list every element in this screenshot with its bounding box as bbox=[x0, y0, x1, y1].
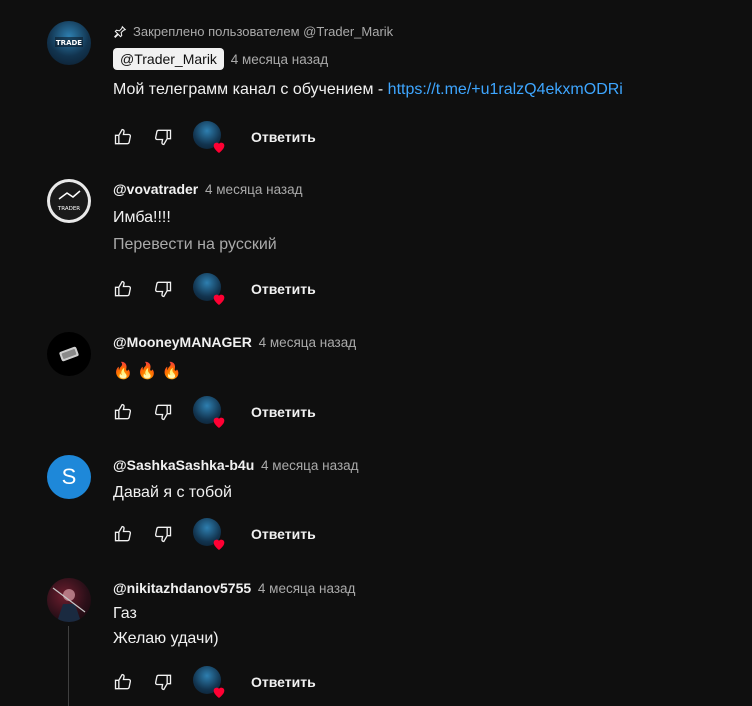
author-name-owner-chip[interactable]: @Trader_Marik bbox=[113, 48, 224, 70]
thumb-down-icon bbox=[154, 281, 172, 298]
trader-logo-icon: TRADE bbox=[55, 37, 83, 47]
creator-heart-badge bbox=[193, 121, 225, 153]
heart-icon bbox=[213, 687, 225, 698]
heart-icon bbox=[213, 417, 225, 428]
like-button[interactable] bbox=[113, 402, 133, 422]
telegram-link[interactable]: https://t.me/+u1ralzQ4ekxmODRi bbox=[388, 81, 623, 98]
svg-text:TRADER: TRADER bbox=[57, 206, 80, 212]
avatar[interactable] bbox=[47, 332, 91, 376]
comment-text: 🔥 🔥 🔥 bbox=[113, 363, 182, 380]
comment-text: Имба!!!! bbox=[113, 209, 171, 226]
thumb-up-icon bbox=[114, 673, 132, 690]
creator-heart-badge bbox=[193, 666, 225, 698]
reply-button[interactable]: Ответить bbox=[251, 281, 316, 297]
pin-icon bbox=[114, 25, 127, 38]
svg-text:TRADE: TRADE bbox=[56, 39, 82, 47]
comment-text: Давай я с тобой bbox=[113, 484, 232, 501]
dislike-button[interactable] bbox=[153, 524, 173, 544]
dislike-button[interactable] bbox=[153, 279, 173, 299]
thumb-up-icon bbox=[114, 525, 132, 542]
comment-time[interactable]: 4 месяца назад bbox=[261, 458, 359, 473]
comment-time[interactable]: 4 месяца назад bbox=[231, 52, 329, 67]
like-button[interactable] bbox=[113, 524, 133, 544]
thumb-down-icon bbox=[154, 526, 172, 543]
author-name[interactable]: @vovatrader bbox=[113, 181, 198, 197]
creator-heart-badge bbox=[193, 396, 225, 428]
like-button[interactable] bbox=[113, 279, 133, 299]
thread-line bbox=[68, 626, 69, 706]
avatar[interactable]: TRADE bbox=[47, 21, 91, 65]
like-button[interactable] bbox=[113, 672, 133, 692]
reply-button[interactable]: Ответить bbox=[251, 129, 316, 145]
translate-link[interactable]: Перевести на русский bbox=[113, 236, 732, 254]
reply-button[interactable]: Ответить bbox=[251, 526, 316, 542]
comment-time[interactable]: 4 месяца назад bbox=[259, 335, 357, 350]
money-stack-icon bbox=[59, 346, 79, 362]
thumb-up-icon bbox=[114, 403, 132, 420]
heart-icon bbox=[213, 142, 225, 153]
thumb-up-icon bbox=[114, 128, 132, 145]
reply-button[interactable]: Ответить bbox=[251, 674, 316, 690]
author-name[interactable]: @MooneyMANAGER bbox=[113, 334, 252, 350]
thumb-down-icon bbox=[154, 129, 172, 146]
avatar[interactable]: TRADER bbox=[47, 179, 91, 223]
heart-icon bbox=[213, 294, 225, 305]
vova-trader-logo-icon: TRADER bbox=[50, 182, 88, 220]
author-name[interactable]: @nikitazhdanov5755 bbox=[113, 580, 251, 596]
creator-heart-badge bbox=[193, 273, 225, 305]
dislike-button[interactable] bbox=[153, 127, 173, 147]
author-name[interactable]: @SashkaSashka-b4u bbox=[113, 457, 254, 473]
thumb-down-icon bbox=[154, 404, 172, 421]
character-art-icon bbox=[52, 587, 86, 622]
thumb-down-icon bbox=[154, 674, 172, 691]
thumb-up-icon bbox=[114, 280, 132, 297]
heart-icon bbox=[213, 539, 225, 550]
avatar[interactable] bbox=[47, 578, 91, 622]
comment-time[interactable]: 4 месяца назад bbox=[205, 182, 303, 197]
avatar[interactable]: S bbox=[47, 455, 91, 499]
comment-time[interactable]: 4 месяца назад bbox=[258, 581, 356, 596]
pinned-label: Закреплено пользователем @Trader_Marik bbox=[113, 24, 732, 39]
dislike-button[interactable] bbox=[153, 672, 173, 692]
comment-text: Мой телеграмм канал с обучением - https:… bbox=[113, 81, 623, 98]
dislike-button[interactable] bbox=[153, 402, 173, 422]
avatar-letter: S bbox=[61, 464, 77, 489]
reply-button[interactable]: Ответить bbox=[251, 404, 316, 420]
like-button[interactable] bbox=[113, 127, 133, 147]
creator-heart-badge bbox=[193, 518, 225, 550]
comment-text: Газ Желаю удачи) bbox=[113, 605, 219, 647]
